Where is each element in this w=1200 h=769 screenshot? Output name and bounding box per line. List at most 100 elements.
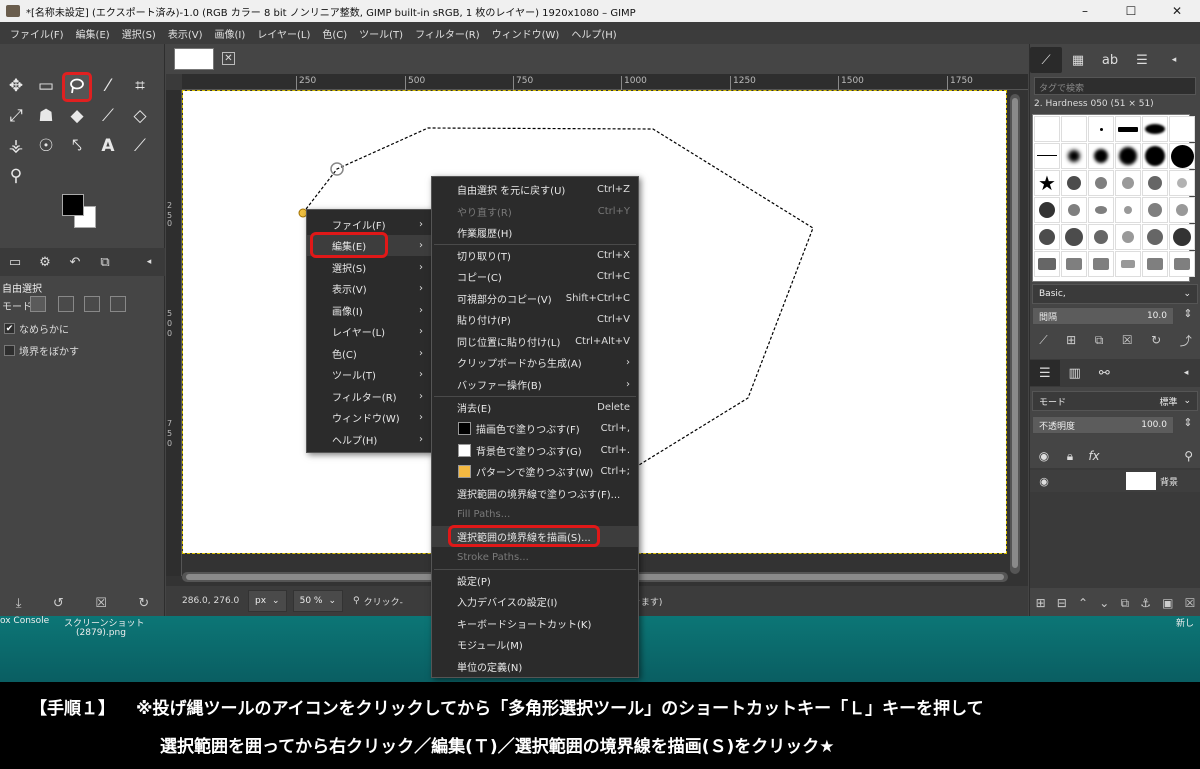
brush-cell[interactable] xyxy=(1088,251,1114,277)
brush-cell[interactable] xyxy=(1142,143,1168,169)
layer-row[interactable]: ◉ 背景 xyxy=(1030,470,1200,492)
brush-cell[interactable] xyxy=(1115,143,1141,169)
foreground-color-swatch[interactable] xyxy=(62,194,84,216)
undo-history-tab-icon[interactable]: ↶ xyxy=(60,255,90,270)
brush-cell[interactable] xyxy=(1061,170,1087,196)
layer-visibility-icon[interactable]: ◉ xyxy=(1030,475,1058,488)
brush-cell[interactable] xyxy=(1169,224,1195,250)
unit-select[interactable]: px ⌄ xyxy=(248,590,287,612)
device-status-tab-icon[interactable]: ⚙ xyxy=(30,255,60,270)
brush-cell[interactable] xyxy=(1061,197,1087,223)
reset-options-icon[interactable]: ↻ xyxy=(138,596,149,611)
zoom-tool-icon[interactable]: ⚲ xyxy=(4,164,28,188)
fonts-tab-icon[interactable]: ab xyxy=(1094,47,1126,73)
menu-help[interactable]: ヘルプ(H) xyxy=(565,26,622,41)
menu-layer[interactable]: レイヤー(L) xyxy=(251,26,316,41)
fg-bg-colors[interactable] xyxy=(62,194,98,230)
context-menu-item-layer[interactable]: レイヤー(L) › xyxy=(307,321,431,342)
brush-cell[interactable] xyxy=(1142,197,1168,223)
eye-icon[interactable]: ◉ xyxy=(1030,449,1058,463)
patterns-tab-icon[interactable]: ▦ xyxy=(1062,47,1094,73)
brush-cell[interactable] xyxy=(1169,116,1195,142)
brush-cell[interactable] xyxy=(1169,170,1195,196)
edit-item-undo[interactable]: 自由選択 を元に戻す(U) Ctrl+Z xyxy=(432,179,638,200)
brush-preset-select[interactable]: Basic, ⌄ xyxy=(1032,284,1198,304)
edit-item-redo[interactable]: やり直す(R) Ctrl+Y xyxy=(432,201,638,222)
edit-item-stroke-paths[interactable]: Stroke Paths... xyxy=(432,547,638,568)
new-brush-icon[interactable]: ⊞ xyxy=(1066,333,1076,347)
antialias-checkbox[interactable]: ✔ なめらかに xyxy=(4,321,69,336)
channels-tab-icon[interactable]: ▥ xyxy=(1060,360,1090,386)
context-menu-item-colors[interactable]: 色(C) › xyxy=(307,343,431,364)
edit-item-fill-selection[interactable]: 選択範囲の境界線で塗りつぶす(F)... xyxy=(432,483,638,504)
fx-icon[interactable]: fx xyxy=(1082,449,1106,463)
brush-cell[interactable] xyxy=(1034,224,1060,250)
paths-tab-icon[interactable]: ⚯ xyxy=(1090,360,1120,386)
feather-check[interactable] xyxy=(4,345,15,356)
lower-layer-icon[interactable]: ⌄ xyxy=(1099,596,1109,610)
refresh-brushes-icon[interactable]: ↻ xyxy=(1151,333,1161,347)
edit-item-cut[interactable]: 切り取り(T) Ctrl+X xyxy=(432,245,638,266)
edit-item-copy[interactable]: コピー(C) Ctrl+C xyxy=(432,266,638,287)
brush-cell[interactable] xyxy=(1169,197,1195,223)
brush-cell[interactable] xyxy=(1034,251,1060,277)
brush-cell[interactable] xyxy=(1088,143,1114,169)
menu-filters[interactable]: フィルター(R) xyxy=(409,26,486,41)
brush-cell[interactable] xyxy=(1034,197,1060,223)
brush-cell[interactable] xyxy=(1115,116,1141,142)
delete-layer-icon[interactable]: ☒ xyxy=(1185,596,1196,610)
paths-tool-icon[interactable]: ⤣ xyxy=(65,134,89,158)
document-history-tab-icon[interactable]: ☰ xyxy=(1126,47,1158,73)
move-tool-icon[interactable]: ✥ xyxy=(4,74,28,98)
lock-icon[interactable]: 🔒︎ xyxy=(1058,449,1082,464)
new-layer-group-icon[interactable]: ⊟ xyxy=(1057,596,1067,610)
brush-grid[interactable]: ★ xyxy=(1032,114,1195,282)
spacing-slider[interactable]: 間隔 10.0 xyxy=(1032,307,1174,325)
brush-cell[interactable] xyxy=(1142,116,1168,142)
context-menu-item-image[interactable]: 画像(I) › xyxy=(307,300,431,321)
edit-item-copy-visible[interactable]: 可視部分のコピー(V) Shift+Ctrl+C xyxy=(432,288,638,309)
maximize-button[interactable]: ☐ xyxy=(1108,0,1154,22)
text-tool-icon[interactable]: A xyxy=(96,134,120,158)
vertical-scroll-thumb[interactable] xyxy=(1012,98,1018,568)
tool-options-tab-icon[interactable]: ▭ xyxy=(0,255,30,270)
transform-tool-icon[interactable]: ⤢ xyxy=(4,104,28,128)
context-menu-item-tools[interactable]: ツール(T) › xyxy=(307,364,431,385)
brush-cell[interactable] xyxy=(1142,170,1168,196)
delete-options-icon[interactable]: ☒ xyxy=(95,596,107,611)
menu-view[interactable]: 表示(V) xyxy=(162,26,209,41)
image-tab-close-icon[interactable]: ✕ xyxy=(222,52,235,65)
context-menu-item-select[interactable]: 選択(S) › xyxy=(307,257,431,278)
edit-item-paste-in-place[interactable]: 同じ位置に貼り付け(L) Ctrl+Alt+V xyxy=(432,331,638,352)
context-menu-item-view[interactable]: 表示(V) › xyxy=(307,278,431,299)
new-layer-icon[interactable]: ⊞ xyxy=(1036,596,1046,610)
brush-cell[interactable] xyxy=(1061,116,1087,142)
opacity-reset-icon[interactable]: ⇕ xyxy=(1178,416,1198,429)
image-tab-thumbnail[interactable] xyxy=(174,48,214,70)
close-button[interactable]: ✕ xyxy=(1154,0,1200,22)
rect-select-tool-icon[interactable]: ▭ xyxy=(34,74,58,98)
brush-cell[interactable] xyxy=(1034,116,1060,142)
edit-item-fill-pattern[interactable]: パターンで塗りつぶす(W) Ctrl+; xyxy=(432,461,638,482)
menu-tools[interactable]: ツール(T) xyxy=(353,26,409,41)
menu-colors[interactable]: 色(C) xyxy=(316,26,353,41)
spacing-reset-icon[interactable]: ⇕ xyxy=(1178,307,1198,320)
brush-cell[interactable] xyxy=(1061,224,1087,250)
dock-tab-menu-icon[interactable]: ◂ xyxy=(1158,47,1190,73)
brush-cell[interactable] xyxy=(1034,143,1060,169)
mask-layer-icon[interactable]: ▣ xyxy=(1162,596,1173,610)
edit-item-fill-fg[interactable]: 描画色で塗りつぶす(F) Ctrl+, xyxy=(432,418,638,439)
brush-cell[interactable] xyxy=(1115,251,1141,277)
menu-edit[interactable]: 編集(E) xyxy=(70,26,116,41)
brush-cell[interactable] xyxy=(1169,143,1195,169)
fuzzy-select-tool-icon[interactable]: ⁄ xyxy=(96,74,120,98)
layers-tab-menu-icon[interactable]: ◂ xyxy=(1171,360,1200,386)
warp-tool-icon[interactable]: ☗ xyxy=(34,104,58,128)
duplicate-layer-icon[interactable]: ⧉ xyxy=(1120,596,1129,611)
layer-mode-select[interactable]: モード 標準 ⌄ xyxy=(1032,391,1198,411)
edit-item-buffer[interactable]: バッファー操作(B) › xyxy=(432,374,638,395)
paintbrush-tool-icon[interactable]: ⟋ xyxy=(96,104,120,128)
mode-intersect-button[interactable] xyxy=(110,296,126,312)
edit-brush-icon[interactable]: ⟋ xyxy=(1039,333,1047,348)
brush-cell[interactable] xyxy=(1088,116,1114,142)
